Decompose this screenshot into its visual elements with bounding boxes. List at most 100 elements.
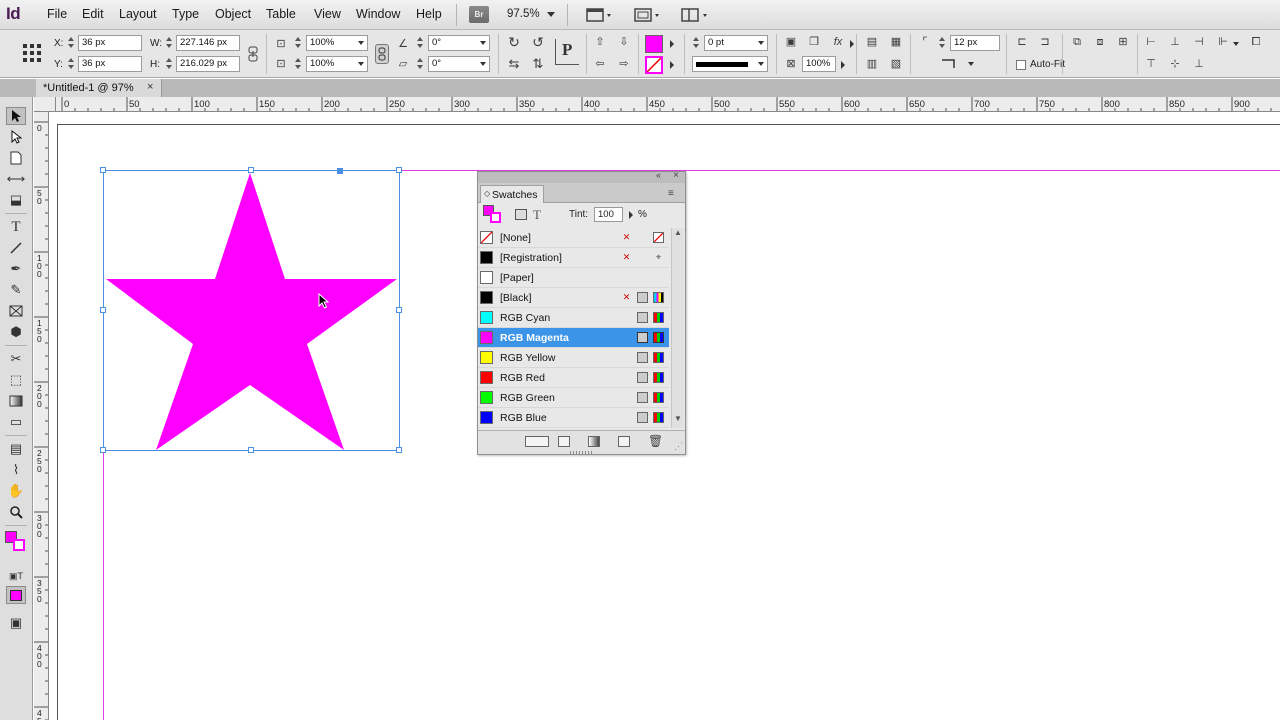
delete-swatch-icon[interactable]: 🗑 xyxy=(648,434,663,448)
align-vertical-centers-icon[interactable]: ⊹ xyxy=(1167,57,1183,71)
x-spinner[interactable] xyxy=(67,35,76,51)
swatch-scrollbar[interactable]: ▲ ▼ xyxy=(671,228,684,428)
stroke-indicator[interactable] xyxy=(13,539,25,551)
normal-view-icon[interactable] xyxy=(6,586,26,604)
formatting-affects-container-icon[interactable]: ▣T xyxy=(6,567,26,585)
resize-handle-left[interactable] xyxy=(100,307,106,313)
swatch-row-black[interactable]: [Black] ✕ xyxy=(478,288,669,308)
align-right-edges-icon[interactable]: ⊣ xyxy=(1191,35,1207,49)
rotate-dropdown-icon[interactable] xyxy=(480,41,486,45)
pen-tool-icon[interactable]: ✒ xyxy=(6,260,26,278)
w-spinner[interactable] xyxy=(165,35,174,51)
stroke-type-select[interactable] xyxy=(692,56,768,72)
stroke-weight-dropdown-icon[interactable] xyxy=(758,41,764,45)
rotate-spinner[interactable] xyxy=(416,35,425,51)
opacity-field[interactable]: 100% xyxy=(802,56,836,72)
rectangle-frame-tool-icon[interactable] xyxy=(6,302,26,320)
tint-slider-icon[interactable] xyxy=(629,211,633,219)
zoom-dropdown-icon[interactable] xyxy=(547,12,555,17)
effects-dropdown-icon[interactable] xyxy=(850,40,854,48)
swatch-row-rgb-yellow[interactable]: RGB Yellow xyxy=(478,348,669,368)
panel-options-icon[interactable]: ⧠ xyxy=(1248,35,1264,49)
resize-handle-right[interactable] xyxy=(396,307,402,313)
corner-options-icon[interactable]: ⌜ xyxy=(917,35,933,49)
opacity-dropdown-icon[interactable] xyxy=(841,61,845,69)
panel-menu-icon[interactable]: ≡ xyxy=(668,188,674,199)
swatch-row-rgb-magenta[interactable]: RGB Magenta xyxy=(478,328,669,348)
collapse-panel-icon[interactable]: « xyxy=(656,170,661,180)
menu-view[interactable]: View xyxy=(314,7,341,21)
stroke-swatch[interactable] xyxy=(645,56,663,74)
drop-shadow-icon[interactable]: ❐ xyxy=(806,35,822,49)
menu-window[interactable]: Window xyxy=(356,7,400,21)
swatch-row-none[interactable]: [None] ✕ xyxy=(478,228,669,248)
fill-stroke-icon[interactable] xyxy=(5,531,27,553)
fill-frame-proportionally-icon[interactable]: ⧉ xyxy=(1069,35,1085,49)
content-collector-icon[interactable]: ⬓ xyxy=(6,191,26,209)
text-wrap-shape-icon[interactable]: ▥ xyxy=(864,57,880,71)
h-field[interactable]: 216.029 px xyxy=(176,56,240,72)
view-options-icon[interactable] xyxy=(586,7,614,26)
screen-mode-tool-icon[interactable]: ▣ xyxy=(6,614,26,632)
corner-shape-select[interactable] xyxy=(938,56,982,72)
swatch-row-rgb-cyan[interactable]: RGB Cyan xyxy=(478,308,669,328)
swatch-row-rgb-red[interactable]: RGB Red xyxy=(478,368,669,388)
document-tab[interactable]: *Untitled-1 @ 97% × xyxy=(36,79,162,97)
show-color-swatches-icon[interactable] xyxy=(558,436,570,447)
line-tool-icon[interactable] xyxy=(6,239,26,257)
resize-handle-bottom-right[interactable] xyxy=(396,447,402,453)
rotate-ccw-icon[interactable]: ↺ xyxy=(530,35,546,49)
menu-edit[interactable]: Edit xyxy=(82,7,104,21)
swatch-row-paper[interactable]: [Paper] xyxy=(478,268,669,288)
pencil-tool-icon[interactable]: ✎ xyxy=(6,281,26,299)
select-content-icon[interactable]: ⇩ xyxy=(616,35,632,49)
bridge-button[interactable]: Br xyxy=(469,6,489,23)
menu-layout[interactable]: Layout xyxy=(119,7,157,21)
ruler-origin[interactable] xyxy=(34,97,56,112)
select-previous-icon[interactable]: ⇦ xyxy=(592,57,608,71)
menu-help[interactable]: Help xyxy=(416,7,442,21)
note-tool-icon[interactable]: ▤ xyxy=(6,440,26,458)
arrange-documents-icon[interactable] xyxy=(680,7,710,26)
screen-mode-icon[interactable] xyxy=(633,7,661,26)
zoom-tool-icon[interactable] xyxy=(6,503,26,521)
fit-content-to-frame-icon[interactable]: ⊏ xyxy=(1014,35,1030,49)
reference-p-icon[interactable]: P xyxy=(555,39,579,65)
hand-tool-icon[interactable]: ✋ xyxy=(6,482,26,500)
corner-size-field[interactable]: 12 px xyxy=(950,35,1000,51)
content-grabber-icon[interactable] xyxy=(337,168,343,174)
panel-drag-handle[interactable] xyxy=(570,451,592,454)
selection-tool-icon[interactable] xyxy=(6,107,26,125)
fit-content-proportionally-icon[interactable]: ⧈ xyxy=(1092,35,1108,49)
scale-y-dropdown-icon[interactable] xyxy=(358,62,364,66)
fill-dropdown-icon[interactable] xyxy=(670,40,674,48)
text-wrap-jump-icon[interactable]: ▧ xyxy=(888,57,904,71)
stroke-type-dropdown-icon[interactable] xyxy=(758,62,764,66)
h-spinner[interactable] xyxy=(165,56,174,72)
free-transform-tool-icon[interactable]: ⬚ xyxy=(6,371,26,389)
text-wrap-bounding-icon[interactable]: ▦ xyxy=(888,35,904,49)
select-container-icon[interactable]: ⇧ xyxy=(592,35,608,49)
gap-tool-icon[interactable]: ⟷ xyxy=(6,170,26,188)
selection-frame[interactable] xyxy=(100,167,402,453)
swatch-row-rgb-blue[interactable]: RGB Blue xyxy=(478,408,669,428)
shear-dropdown-icon[interactable] xyxy=(480,62,486,66)
corner-size-spinner[interactable] xyxy=(938,35,947,51)
zoom-level[interactable]: 97.5% xyxy=(507,8,540,20)
swatch-row-registration[interactable]: [Registration] ✕ ⌖ xyxy=(478,248,669,268)
flip-vertical-icon[interactable]: ⇅ xyxy=(530,57,546,71)
type-tool-icon[interactable]: T xyxy=(6,218,26,236)
stroke-weight-spinner[interactable] xyxy=(692,35,701,51)
distribute-icon[interactable]: ⊩ xyxy=(1215,35,1231,49)
tint-field[interactable]: 100 xyxy=(594,207,623,222)
auto-fit-checkbox[interactable] xyxy=(1016,60,1026,70)
corner-shape-dropdown-icon[interactable] xyxy=(968,62,974,66)
reference-point-icon[interactable] xyxy=(22,43,42,66)
y-field[interactable]: 36 px xyxy=(78,56,142,72)
show-gradient-swatches-icon[interactable] xyxy=(588,436,600,447)
show-all-swatches-icon[interactable] xyxy=(525,436,549,447)
center-content-icon[interactable]: ⊞ xyxy=(1115,35,1131,49)
new-swatch-icon[interactable] xyxy=(618,436,630,447)
gradient-swatch-tool-icon[interactable] xyxy=(6,392,26,410)
resize-grip-icon[interactable]: ⋰ xyxy=(674,441,683,452)
